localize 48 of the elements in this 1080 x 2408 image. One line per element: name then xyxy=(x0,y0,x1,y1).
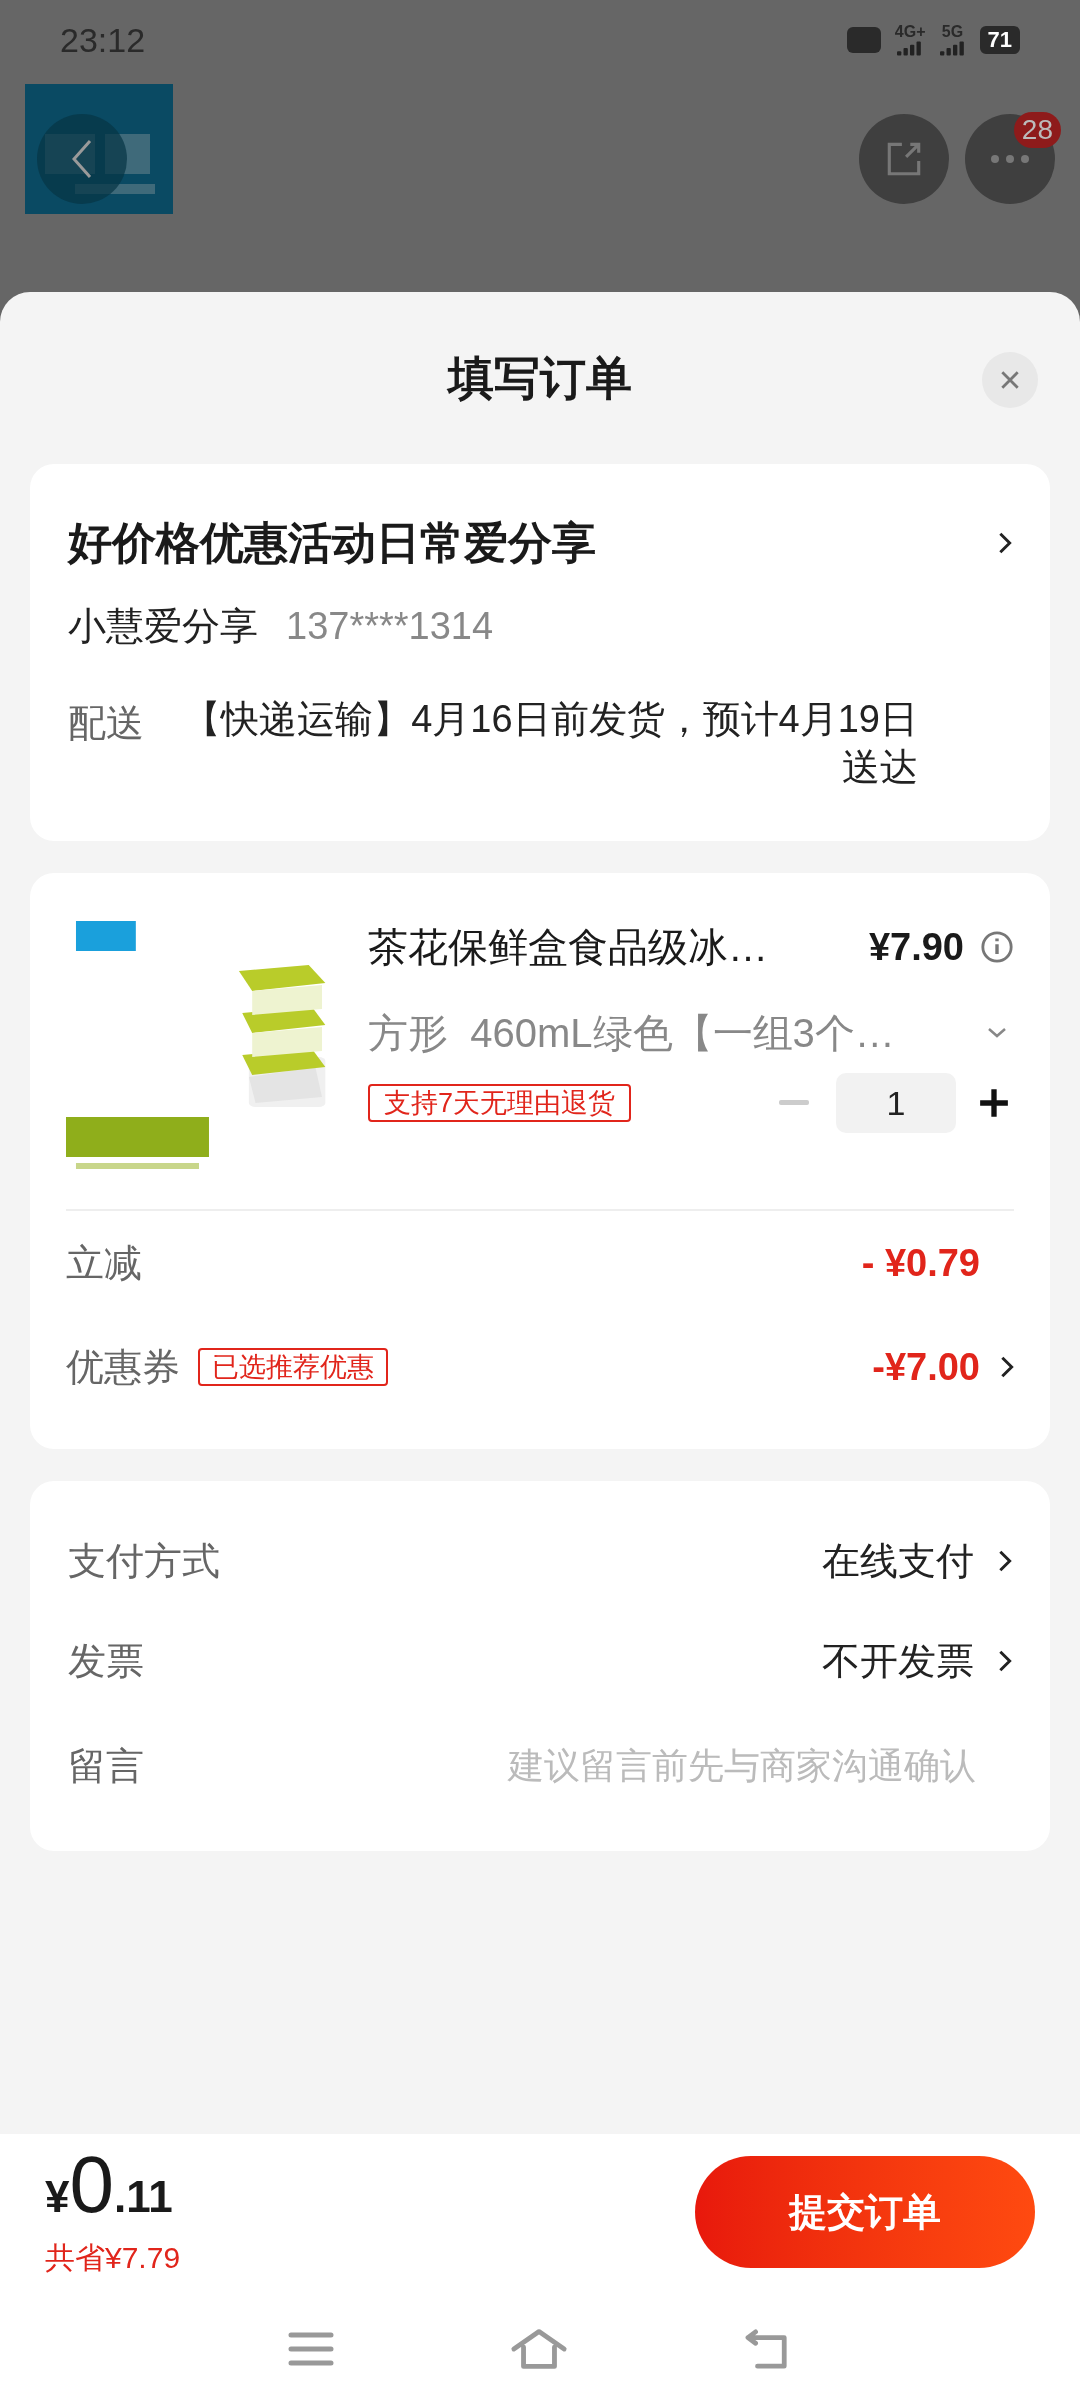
message-field[interactable]: 建议留言前先与商家沟通确认 xyxy=(416,1739,976,1793)
signal-icon xyxy=(939,40,966,56)
chevron-down-icon[interactable] xyxy=(986,1027,1008,1039)
sheet-title: 填写订单 xyxy=(448,350,632,406)
menu-icon[interactable] xyxy=(288,2331,334,2367)
chevron-right-icon xyxy=(998,1549,1012,1573)
chevron-right-icon xyxy=(998,531,1012,555)
status-time: 23:12 xyxy=(60,19,146,61)
option-label: 发票 xyxy=(68,1638,144,1684)
discount-value: - ¥0.79 xyxy=(861,1240,980,1286)
notification-badge: 28 xyxy=(1013,112,1061,148)
chevron-right-icon xyxy=(998,1649,1012,1673)
total-price: ¥0.11 xyxy=(45,2144,174,2225)
address-row[interactable]: 好价格优惠活动日常爱分享 xyxy=(68,510,1012,576)
return-policy-tag: 支持7天无理由退货 xyxy=(368,1084,632,1122)
option-label: 支付方式 xyxy=(68,1538,220,1584)
option-value: 在线支付 xyxy=(822,1538,974,1584)
submit-order-button[interactable]: 提交订单 xyxy=(695,2156,1035,2268)
option-value: 不开发票 xyxy=(822,1638,974,1684)
home-icon[interactable] xyxy=(510,2327,568,2371)
product-price: ¥7.90 xyxy=(868,924,964,970)
recipient-phone: 137****1314 xyxy=(286,604,494,649)
chevron-right-icon xyxy=(1000,1355,1014,1379)
product-spec: 方形 460mL绿色【一组3个… xyxy=(368,1010,895,1057)
option-label: 留言 xyxy=(68,1743,144,1789)
info-icon xyxy=(980,930,1014,964)
option-row[interactable]: 支付方式 在线支付 xyxy=(68,1511,1012,1611)
back-icon xyxy=(72,139,92,179)
minus-icon xyxy=(779,1100,809,1106)
battery-indicator: 71 xyxy=(979,26,1020,54)
coupon-tag: 已选推荐优惠 xyxy=(198,1348,388,1386)
signal-icon xyxy=(897,40,924,56)
discount-label: 优惠券 xyxy=(66,1344,180,1390)
option-row[interactable]: 发票 不开发票 xyxy=(68,1611,1012,1711)
discount-label: 立减 xyxy=(66,1240,142,1286)
recipient-name: 小慧爱分享 xyxy=(68,604,258,649)
network-label: 5G xyxy=(941,24,964,40)
saved-amount: 共省¥7.79 xyxy=(45,2239,181,2276)
delivery-text: 【快递运输】4月16日前发货，预计4月19日送达 xyxy=(182,697,918,790)
product-title: 茶花保鲜盒食品级冰… xyxy=(368,924,768,971)
plus-icon xyxy=(978,1087,1010,1119)
more-icon xyxy=(990,154,1030,164)
close-icon xyxy=(999,369,1021,391)
network-label: 4G+ xyxy=(894,24,926,40)
quantity-field[interactable]: 1 xyxy=(836,1073,956,1133)
address-title: 好价格优惠活动日常爱分享 xyxy=(68,517,596,569)
delivery-label: 配送 xyxy=(68,701,144,746)
discount-value: -¥7.00 xyxy=(872,1344,980,1390)
